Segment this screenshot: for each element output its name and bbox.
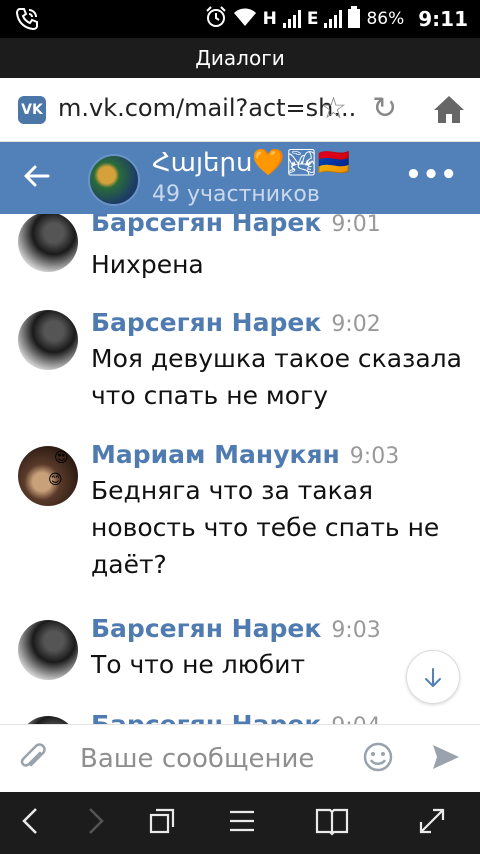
message-time: 9:03	[331, 618, 381, 643]
home-icon[interactable]	[432, 94, 466, 130]
alarm-icon	[205, 5, 227, 33]
message-author[interactable]: Барсегян Нарек 9:01	[91, 214, 381, 237]
author-name[interactable]: Барсегян Нарек	[91, 214, 321, 237]
browser-nav-bar	[0, 792, 480, 854]
author-name[interactable]: Мариам Манукян	[91, 440, 340, 469]
network-type-1: H	[262, 9, 277, 29]
paperclip-icon[interactable]	[18, 741, 48, 783]
author-name[interactable]: Барсегян Нарек	[91, 710, 321, 724]
message-author[interactable]: Мариам Манукян 9:03	[91, 440, 399, 469]
url-field[interactable]: m.vk.com/mail?act=sh...	[58, 94, 356, 122]
clock: 9:11	[418, 7, 468, 31]
message-list[interactable]: Барсегян Нарек 9:01 Нихрена Барсегян Наре…	[0, 214, 480, 724]
battery-percent: 86%	[366, 9, 405, 29]
heart-eyes-emoji-icon: 😍	[54, 450, 69, 466]
avatar[interactable]	[18, 716, 78, 724]
phone-call-icon	[14, 6, 40, 36]
battery-icon	[348, 5, 361, 33]
avatar[interactable]: 😍 😊	[18, 446, 78, 506]
tabs-icon[interactable]	[142, 806, 182, 840]
message-composer	[0, 724, 480, 792]
message-author[interactable]: Барсегян Нарек 9:03	[91, 614, 381, 643]
refresh-icon[interactable]: ↻	[372, 94, 397, 124]
author-name[interactable]: Барсегян Нарек	[91, 614, 321, 643]
status-bar: H E 86% 9:11	[0, 0, 480, 38]
scroll-down-button[interactable]	[406, 650, 460, 704]
fullscreen-icon[interactable]	[412, 806, 452, 840]
message-time: 9:04	[331, 714, 380, 724]
address-bar: VK m.vk.com/mail?act=sh... ☆ ↻	[0, 78, 480, 142]
menu-icon[interactable]	[222, 806, 262, 840]
avatar[interactable]	[18, 310, 78, 370]
window-title: Диалоги	[0, 38, 480, 78]
network-type-2: E	[306, 9, 319, 29]
reader-icon[interactable]	[312, 806, 352, 840]
members-count[interactable]: 49 участников	[152, 182, 320, 207]
message-text: Нихрена	[91, 250, 204, 279]
message-text: Моя девушка такое сказала что спать не м…	[91, 344, 462, 410]
back-icon[interactable]	[10, 806, 50, 840]
smile-icon[interactable]	[362, 741, 394, 781]
avatar[interactable]	[18, 620, 78, 680]
forward-icon[interactable]	[76, 806, 116, 840]
signal-icon	[282, 10, 301, 28]
message-author[interactable]: Барсегян Нарек 9:04	[91, 710, 381, 724]
group-avatar[interactable]	[88, 154, 140, 206]
message-text: Бедняга что за такая новость что тебе сп…	[91, 476, 440, 579]
wifi-icon	[233, 7, 257, 32]
message-time: 9:01	[331, 214, 381, 237]
message-input[interactable]	[80, 739, 350, 779]
star-icon[interactable]: ☆	[320, 94, 347, 124]
send-icon[interactable]	[430, 741, 462, 781]
avatar[interactable]	[18, 214, 78, 272]
chat-title[interactable]: Հայերս🧡🏞🇦🇲	[152, 148, 350, 178]
signal-icon-2	[324, 10, 343, 28]
back-arrow-icon[interactable]	[22, 162, 50, 196]
smile-emoji-icon: 😊	[48, 472, 63, 488]
message-author[interactable]: Барсегян Нарек 9:02	[91, 308, 381, 337]
chat-header: Հայերս🧡🏞🇦🇲 49 участников •••	[0, 142, 480, 214]
author-name[interactable]: Барсегян Нарек	[91, 308, 321, 337]
more-dots-icon[interactable]: •••	[405, 160, 458, 190]
message-time: 9:03	[349, 444, 400, 469]
message-time: 9:02	[331, 312, 381, 337]
vk-logo-icon: VK	[18, 96, 46, 124]
